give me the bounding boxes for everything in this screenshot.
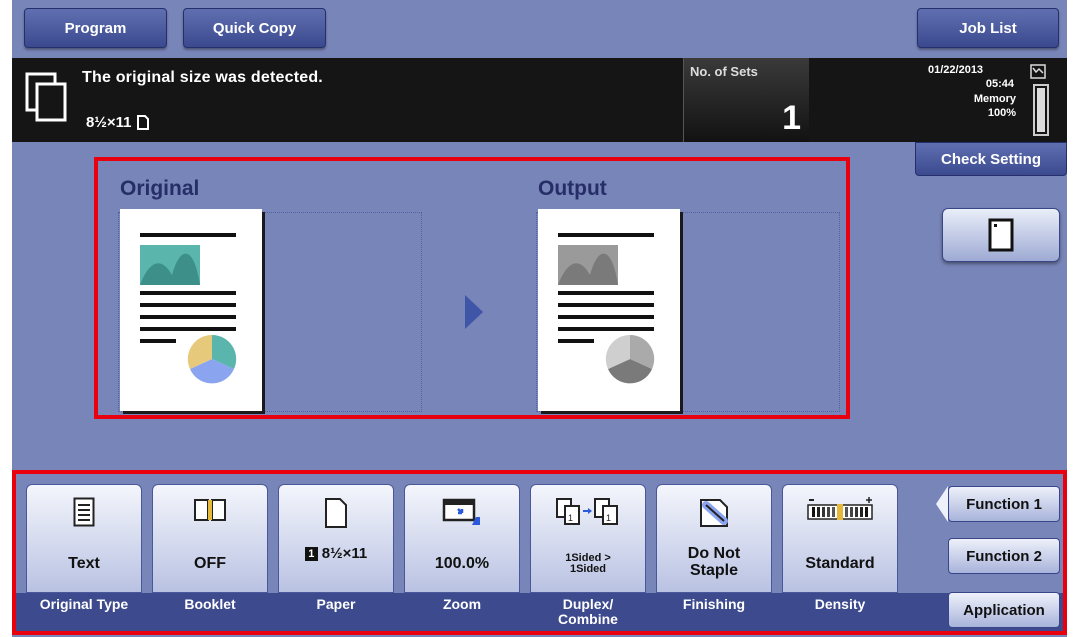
zoom-label: Zoom [442, 596, 482, 612]
paper-value: 1 8½×11 [279, 545, 393, 562]
detected-size-text: 8½×11 [86, 114, 132, 131]
sets-display[interactable]: No. of Sets 1 [683, 58, 809, 142]
original-type-value: Text [68, 555, 100, 572]
finishing-value-line1: Do Not [687, 545, 741, 562]
status-message: The original size was detected. [82, 69, 323, 86]
quick-copy-button[interactable]: Quick Copy [183, 8, 326, 48]
detected-size: 8½×11 [86, 114, 150, 131]
date-text: 01/22/2013 [928, 64, 984, 76]
status-bar: The original size was detected. 8½×11 No… [12, 58, 914, 142]
job-list-button[interactable]: Job List [917, 8, 1059, 48]
check-setting-button[interactable]: Check Setting [915, 142, 1067, 176]
device-status-panel: 01/22/2013 05:44 Memory 100% [914, 58, 1067, 142]
density-key[interactable]: Standard [782, 484, 898, 593]
printer-status-icon [1030, 64, 1046, 79]
paper-label: Paper [316, 596, 356, 612]
application-button[interactable]: Application [948, 592, 1060, 628]
booklet-value: OFF [194, 555, 226, 572]
svg-text:1: 1 [606, 513, 611, 523]
output-title: Output [538, 177, 607, 200]
duplex-value: 1Sided > 1Sided [531, 553, 645, 575]
density-label: Density [814, 596, 866, 612]
zoom-value: 100.0% [434, 555, 490, 572]
sets-label: No. of Sets [690, 64, 758, 79]
memory-gauge [1033, 84, 1049, 136]
density-value: Standard [805, 555, 875, 572]
portrait-page-icon [137, 115, 150, 130]
booklet-icon [194, 499, 226, 521]
function-1-button[interactable]: Function 1 [948, 486, 1060, 522]
program-button[interactable]: Program [24, 8, 167, 48]
original-title: Original [120, 177, 200, 200]
duplex-value-line2: 1Sided [569, 563, 607, 575]
preview-panel: Original Output [94, 157, 850, 419]
paper-size-text: 8½×11 [321, 545, 368, 562]
density-icon [807, 497, 873, 520]
booklet-label: Booklet [184, 596, 236, 612]
tray-number-badge: 1 [304, 547, 318, 562]
function-key-panel: Text Original Type OFF Booklet 1 8½×11 Pa… [12, 470, 1067, 635]
output-page-preview [538, 209, 680, 411]
duplex-label-line2: Combine [558, 611, 618, 627]
original-type-label: Original Type [39, 596, 129, 612]
copy-screen: Program Quick Copy Job List The original… [12, 0, 1067, 637]
time-text: 05:44 [985, 78, 1014, 90]
memory-label: Memory [973, 93, 1016, 105]
zoom-key[interactable]: 100.0% [404, 484, 520, 593]
page-orientation-icon [988, 218, 1014, 252]
duplex-icon: 1 1 [556, 498, 618, 525]
original-orientation-button[interactable] [942, 208, 1060, 262]
staple-icon [700, 499, 728, 527]
duplex-combine-key[interactable]: 1 1 1Sided > 1Sided [530, 484, 646, 593]
copy-mode-icon [25, 72, 67, 122]
svg-text:1: 1 [568, 513, 573, 523]
function-2-button[interactable]: Function 2 [948, 538, 1060, 574]
finishing-label: Finishing [682, 596, 746, 612]
sets-value: 1 [782, 99, 801, 137]
booklet-key[interactable]: OFF [152, 484, 268, 593]
function-1-indicator-icon [936, 486, 948, 522]
memory-value: 100% [987, 107, 1016, 119]
memory-gauge-fill [1037, 88, 1045, 132]
paper-icon [325, 498, 347, 528]
original-page-graphic [140, 233, 237, 384]
output-page-graphic [558, 233, 655, 384]
original-page-preview [120, 209, 262, 411]
paper-key[interactable]: 1 8½×11 [278, 484, 394, 593]
text-document-icon [73, 497, 95, 527]
finishing-value: Do Not Staple [657, 545, 771, 579]
finishing-key[interactable]: Do Not Staple [656, 484, 772, 593]
arrow-right-icon [465, 295, 483, 329]
zoom-icon [442, 498, 480, 525]
original-type-key[interactable]: Text [26, 484, 142, 593]
duplex-combine-label: Duplex/ Combine [530, 597, 646, 627]
duplex-label-line1: Duplex/ [562, 596, 614, 612]
finishing-value-line2: Staple [689, 562, 738, 579]
